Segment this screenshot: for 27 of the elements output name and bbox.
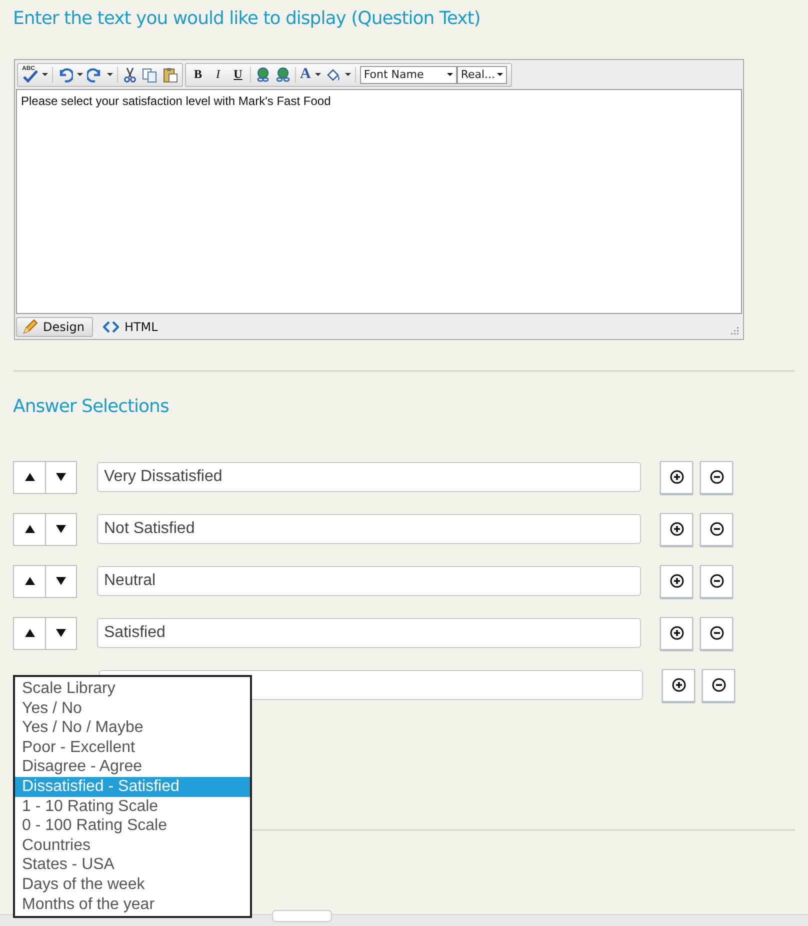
dropdown-option[interactable]: Scale Library <box>15 679 250 699</box>
font-size-select[interactable]: Real... <box>456 66 507 84</box>
font-color-button[interactable]: A <box>300 66 311 83</box>
dropdown-option[interactable]: Countries <box>15 836 250 856</box>
answer-field[interactable]: Not Satisfied <box>97 514 641 544</box>
dropdown-option[interactable]: Days of the week <box>15 874 250 895</box>
font-name-select[interactable]: Font Name <box>360 66 457 84</box>
scale-dropdown-list[interactable]: Scale Library Yes / No Yes / No / Maybe Poor - Excellent Disagree - Agree Dissatisfied - Satisfied 1 - 10 Rating Scale 0 - 100 Rating Scale Countries States - USA Days of the week Months of the year <box>13 675 252 918</box>
mode-tab[interactable]: HTML <box>97 316 167 336</box>
dropdown-option[interactable]: Yes / No / Maybe <box>15 718 250 738</box>
dropdown-option[interactable]: Months of the year <box>15 894 250 914</box>
mode-tab[interactable]: Design <box>16 316 94 336</box>
editor-text[interactable]: Please select your satisfaction level with Mark's Fast Food <box>16 89 742 314</box>
section-heading: Enter the text you would like to display (Question Text) <box>13 8 480 29</box>
format-button[interactable]: U <box>230 67 246 82</box>
format-button[interactable]: I <box>210 67 226 82</box>
dropdown-option[interactable]: 0 - 100 Rating Scale <box>15 816 250 836</box>
dropdown-option[interactable]: Yes / No <box>15 698 250 718</box>
answer-field[interactable]: Very Dissatisfied <box>97 462 641 492</box>
dropdown-option[interactable]: States - USA <box>15 855 250 875</box>
answer-field[interactable]: Neutral <box>97 566 641 596</box>
dropdown-option[interactable]: 1 - 10 Rating Scale <box>15 796 250 816</box>
answer-field[interactable]: Satisfied <box>97 618 641 648</box>
dropdown-option[interactable]: Disagree - Agree <box>15 757 250 777</box>
format-button[interactable]: B <box>190 67 206 82</box>
dropdown-option[interactable]: Poor - Excellent <box>15 738 250 758</box>
section-heading: Answer Selections <box>13 396 169 417</box>
